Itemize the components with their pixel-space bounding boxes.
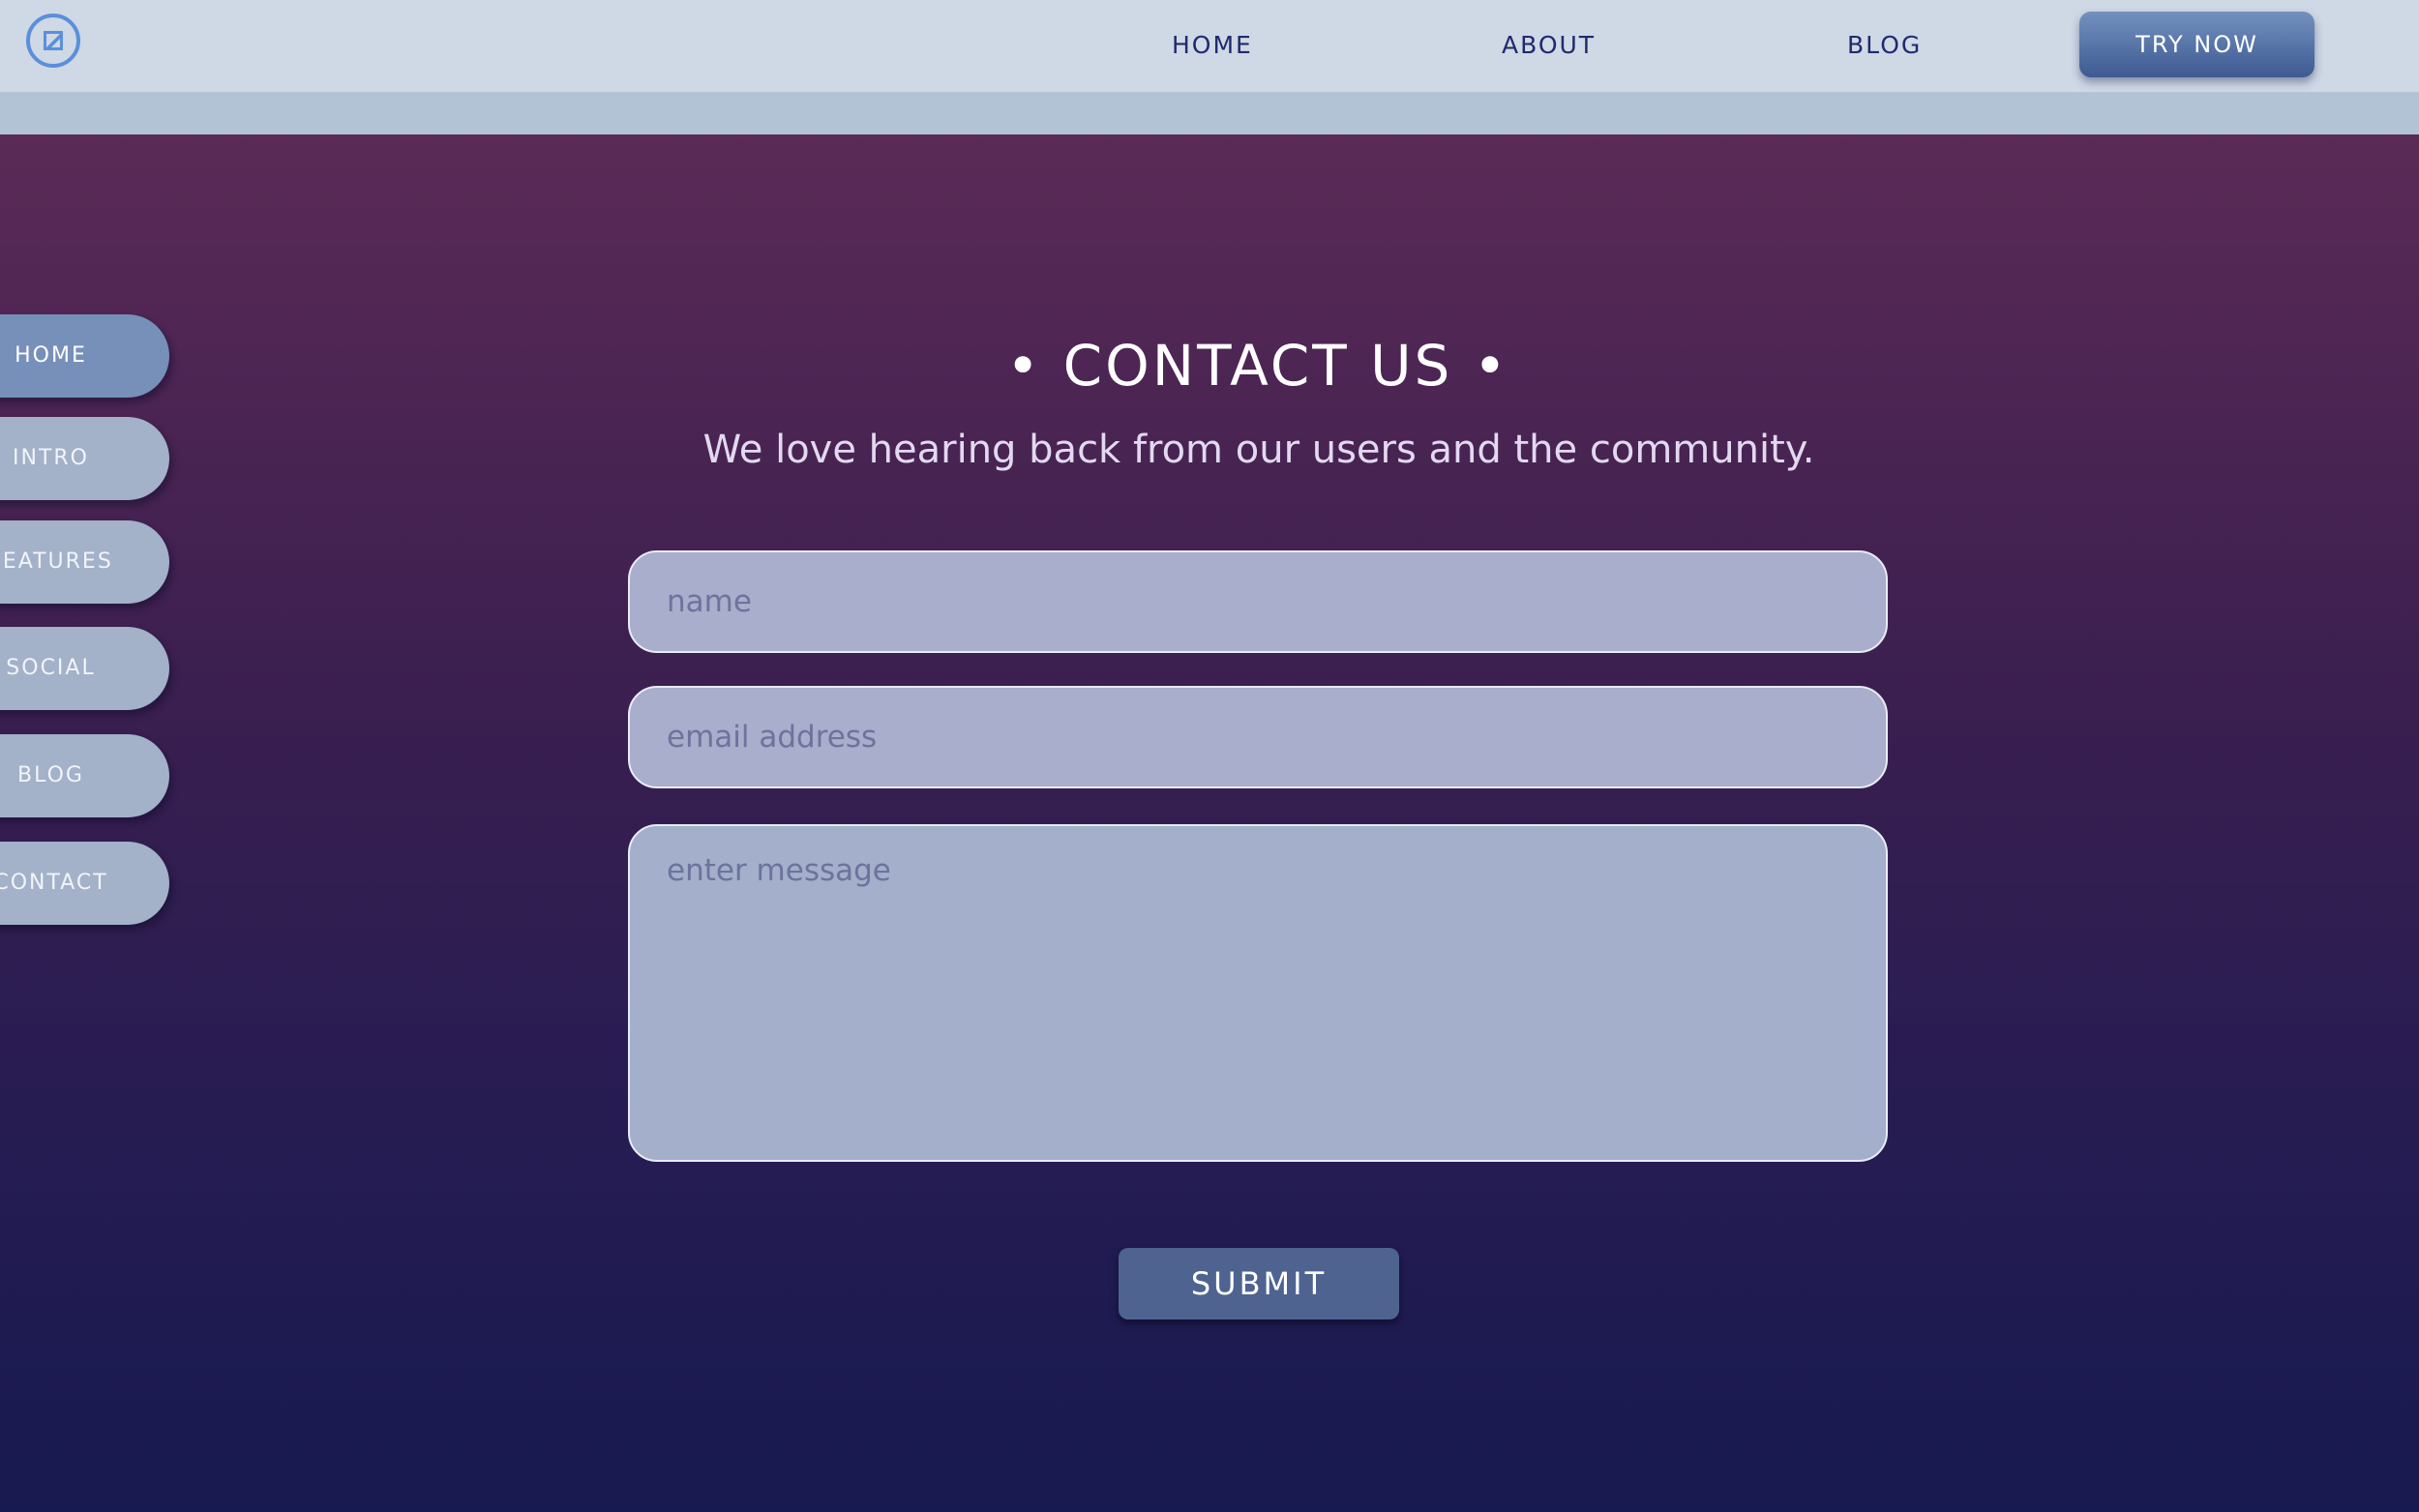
- nav-about-link[interactable]: ABOUT: [1502, 31, 1596, 59]
- try-now-button[interactable]: TRY NOW: [2079, 12, 2314, 77]
- email-input[interactable]: [628, 686, 1888, 788]
- side-nav-label: FEATURES: [0, 549, 113, 574]
- top-navigation-bar: HOME ABOUT BLOG TRY NOW: [0, 0, 2419, 93]
- logo-mark-icon: [44, 31, 63, 50]
- message-textarea[interactable]: [628, 824, 1888, 1162]
- side-nav-blog[interactable]: BLOG: [0, 734, 169, 817]
- nav-blog-link[interactable]: BLOG: [1847, 31, 1922, 59]
- nav-home-link[interactable]: HOME: [1172, 31, 1253, 59]
- side-nav-features[interactable]: FEATURES: [0, 520, 169, 604]
- submit-button[interactable]: SUBMIT: [1119, 1248, 1399, 1319]
- side-nav-contact[interactable]: CONTACT: [0, 842, 169, 925]
- header-band: [0, 93, 2419, 134]
- side-nav-social[interactable]: SOCIAL: [0, 627, 169, 710]
- name-input[interactable]: [628, 550, 1888, 653]
- side-nav-label: BLOG: [17, 763, 84, 787]
- page-title: • CONTACT US •: [1005, 333, 1510, 399]
- side-nav-label: CONTACT: [0, 871, 108, 895]
- page-subtitle: We love hearing back from our users and …: [702, 428, 1815, 472]
- side-nav-label: SOCIAL: [6, 656, 96, 680]
- logo-icon[interactable]: [26, 14, 80, 68]
